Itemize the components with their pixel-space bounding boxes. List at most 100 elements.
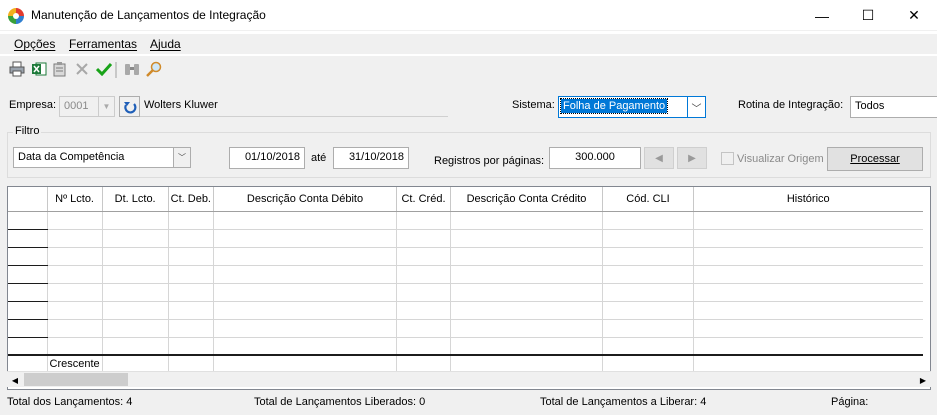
- table-cell[interactable]: [450, 283, 603, 302]
- table-cell[interactable]: [602, 319, 694, 338]
- col-header-cod-cli[interactable]: Cód. CLI: [602, 187, 694, 212]
- col-header-ct-cred[interactable]: Ct. Créd.: [396, 187, 451, 212]
- row-header-cell[interactable]: [8, 265, 48, 284]
- col-header-nr-lcto[interactable]: Nº Lcto.: [47, 187, 103, 212]
- table-row[interactable]: [8, 247, 923, 266]
- table-cell[interactable]: [47, 337, 103, 356]
- table-cell[interactable]: [102, 211, 169, 230]
- col-header-dt-lcto[interactable]: Dt. Lcto.: [102, 187, 169, 212]
- search-icon[interactable]: [145, 60, 163, 78]
- col-header-ct-deb[interactable]: Ct. Deb.: [168, 187, 215, 212]
- excel-export-icon[interactable]: [30, 60, 48, 78]
- table-cell[interactable]: [213, 265, 397, 284]
- table-cell[interactable]: [602, 229, 694, 248]
- table-cell[interactable]: [450, 211, 603, 230]
- lancamentos-grid[interactable]: Nº Lcto. Dt. Lcto. Ct. Deb. Descrição Co…: [7, 186, 931, 390]
- table-cell[interactable]: [396, 229, 451, 248]
- sistema-select[interactable]: Folha de Pagamento ﹀: [558, 96, 706, 118]
- table-cell[interactable]: [693, 229, 923, 248]
- table-cell[interactable]: [396, 265, 451, 284]
- empresa-code-combo[interactable]: 0001 ▼: [59, 96, 115, 117]
- table-cell[interactable]: [47, 283, 103, 302]
- table-cell[interactable]: [450, 301, 603, 320]
- table-cell[interactable]: [102, 319, 169, 338]
- table-cell[interactable]: [213, 319, 397, 338]
- row-header-cell[interactable]: [8, 229, 48, 248]
- table-row[interactable]: [8, 265, 923, 284]
- table-cell[interactable]: [602, 283, 694, 302]
- col-header-desc-credito[interactable]: Descrição Conta Crédito: [450, 187, 603, 212]
- horizontal-scrollbar[interactable]: ◀ ▶: [7, 371, 931, 387]
- row-header-cell[interactable]: [8, 319, 48, 338]
- close-button[interactable]: ✕: [891, 0, 937, 31]
- minimize-button[interactable]: —: [799, 0, 845, 31]
- table-cell[interactable]: [213, 337, 397, 356]
- table-cell[interactable]: [47, 229, 103, 248]
- table-cell[interactable]: [102, 337, 169, 356]
- registros-field[interactable]: 300.000: [549, 147, 641, 169]
- table-cell[interactable]: [168, 247, 215, 266]
- table-cell[interactable]: [693, 301, 923, 320]
- table-cell[interactable]: [102, 265, 169, 284]
- table-cell[interactable]: [47, 319, 103, 338]
- table-cell[interactable]: [102, 247, 169, 266]
- table-cell[interactable]: [168, 337, 215, 356]
- table-cell[interactable]: [450, 229, 603, 248]
- table-cell[interactable]: [213, 229, 397, 248]
- maximize-button[interactable]: ☐: [845, 0, 891, 31]
- table-cell[interactable]: [396, 211, 451, 230]
- row-header-cell[interactable]: [8, 283, 48, 302]
- table-cell[interactable]: [213, 247, 397, 266]
- data-inicio-field[interactable]: 01/10/2018: [229, 147, 305, 169]
- table-cell[interactable]: [168, 301, 215, 320]
- table-row[interactable]: [8, 319, 923, 338]
- table-cell[interactable]: [168, 319, 215, 338]
- col-header-historico[interactable]: Histórico: [693, 187, 923, 212]
- table-cell[interactable]: [396, 337, 451, 356]
- row-header-cell[interactable]: [8, 247, 48, 266]
- table-cell[interactable]: [168, 211, 215, 230]
- table-cell[interactable]: [693, 247, 923, 266]
- table-cell[interactable]: [450, 247, 603, 266]
- table-cell[interactable]: [602, 247, 694, 266]
- table-cell[interactable]: [693, 265, 923, 284]
- table-cell[interactable]: [602, 211, 694, 230]
- table-cell[interactable]: [396, 319, 451, 338]
- row-header-cell[interactable]: [8, 211, 48, 230]
- chevron-down-icon[interactable]: ﹀: [687, 97, 705, 117]
- table-cell[interactable]: [450, 319, 603, 338]
- table-row[interactable]: [8, 301, 923, 320]
- table-cell[interactable]: [102, 229, 169, 248]
- table-row[interactable]: [8, 229, 923, 248]
- table-cell[interactable]: [213, 301, 397, 320]
- table-cell[interactable]: [693, 337, 923, 356]
- table-cell[interactable]: [602, 301, 694, 320]
- row-header-cell[interactable]: [8, 337, 48, 356]
- table-cell[interactable]: [396, 301, 451, 320]
- chevron-down-icon[interactable]: ﹀: [173, 148, 190, 167]
- table-cell[interactable]: [602, 337, 694, 356]
- row-header-cell[interactable]: [8, 301, 48, 320]
- chevron-down-icon[interactable]: ▼: [98, 97, 114, 116]
- scroll-right-icon[interactable]: ▶: [915, 372, 931, 388]
- table-cell[interactable]: [693, 319, 923, 338]
- menu-ferramentas[interactable]: Ferramentas: [69, 37, 137, 51]
- table-cell[interactable]: [47, 265, 103, 284]
- processar-button[interactable]: Processar: [827, 147, 923, 171]
- table-cell[interactable]: [168, 229, 215, 248]
- filtro-tipo-select[interactable]: Data da Competência ﹀: [13, 147, 191, 168]
- table-cell[interactable]: [47, 301, 103, 320]
- col-header-desc-debito[interactable]: Descrição Conta Débito: [213, 187, 397, 212]
- scroll-left-icon[interactable]: ◀: [7, 372, 23, 388]
- menu-ajuda[interactable]: Ajuda: [150, 37, 181, 51]
- table-row[interactable]: [8, 283, 923, 302]
- binoculars-icon[interactable]: [123, 60, 141, 78]
- table-cell[interactable]: [47, 211, 103, 230]
- scrollbar-thumb[interactable]: [24, 373, 128, 386]
- table-cell[interactable]: [168, 265, 215, 284]
- data-fim-field[interactable]: 31/10/2018: [333, 147, 409, 169]
- table-cell[interactable]: [213, 283, 397, 302]
- table-cell[interactable]: [602, 265, 694, 284]
- clipboard-icon[interactable]: [51, 60, 69, 78]
- table-row[interactable]: [8, 337, 923, 356]
